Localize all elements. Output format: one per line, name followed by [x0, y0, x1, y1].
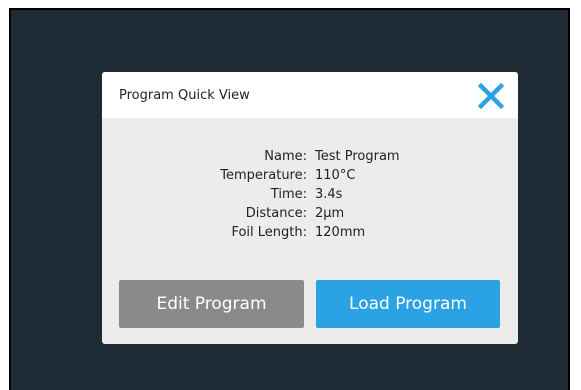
- detail-row-time: Time: 3.4s: [102, 185, 518, 204]
- dialog-title: Program Quick View: [119, 88, 250, 103]
- detail-value: 120mm: [315, 225, 366, 240]
- detail-label: Foil Length:: [231, 225, 307, 240]
- program-quick-view-dialog: Program Quick View Name: Test Program Te…: [102, 72, 518, 344]
- close-x-icon: [477, 82, 505, 110]
- detail-row-foil-length: Foil Length: 120mm: [102, 223, 518, 242]
- detail-label: Time:: [270, 187, 307, 202]
- detail-value: 110°C: [315, 168, 356, 183]
- dialog-header: Program Quick View: [102, 72, 518, 118]
- edit-program-button[interactable]: Edit Program: [119, 280, 304, 328]
- program-details: Name: Test Program Temperature: 110°C Ti…: [102, 147, 518, 242]
- detail-label: Distance:: [245, 206, 307, 221]
- close-button[interactable]: [476, 81, 506, 111]
- detail-label: Temperature:: [220, 168, 307, 183]
- detail-label: Name:: [264, 149, 307, 164]
- detail-value: 3.4s: [315, 187, 343, 202]
- detail-row-name: Name: Test Program: [102, 147, 518, 166]
- detail-value: 2µm: [315, 206, 345, 221]
- detail-value: Test Program: [315, 149, 400, 164]
- app-screen: Program Quick View Name: Test Program Te…: [9, 8, 570, 390]
- detail-row-distance: Distance: 2µm: [102, 204, 518, 223]
- load-program-button[interactable]: Load Program: [316, 280, 500, 328]
- detail-row-temperature: Temperature: 110°C: [102, 166, 518, 185]
